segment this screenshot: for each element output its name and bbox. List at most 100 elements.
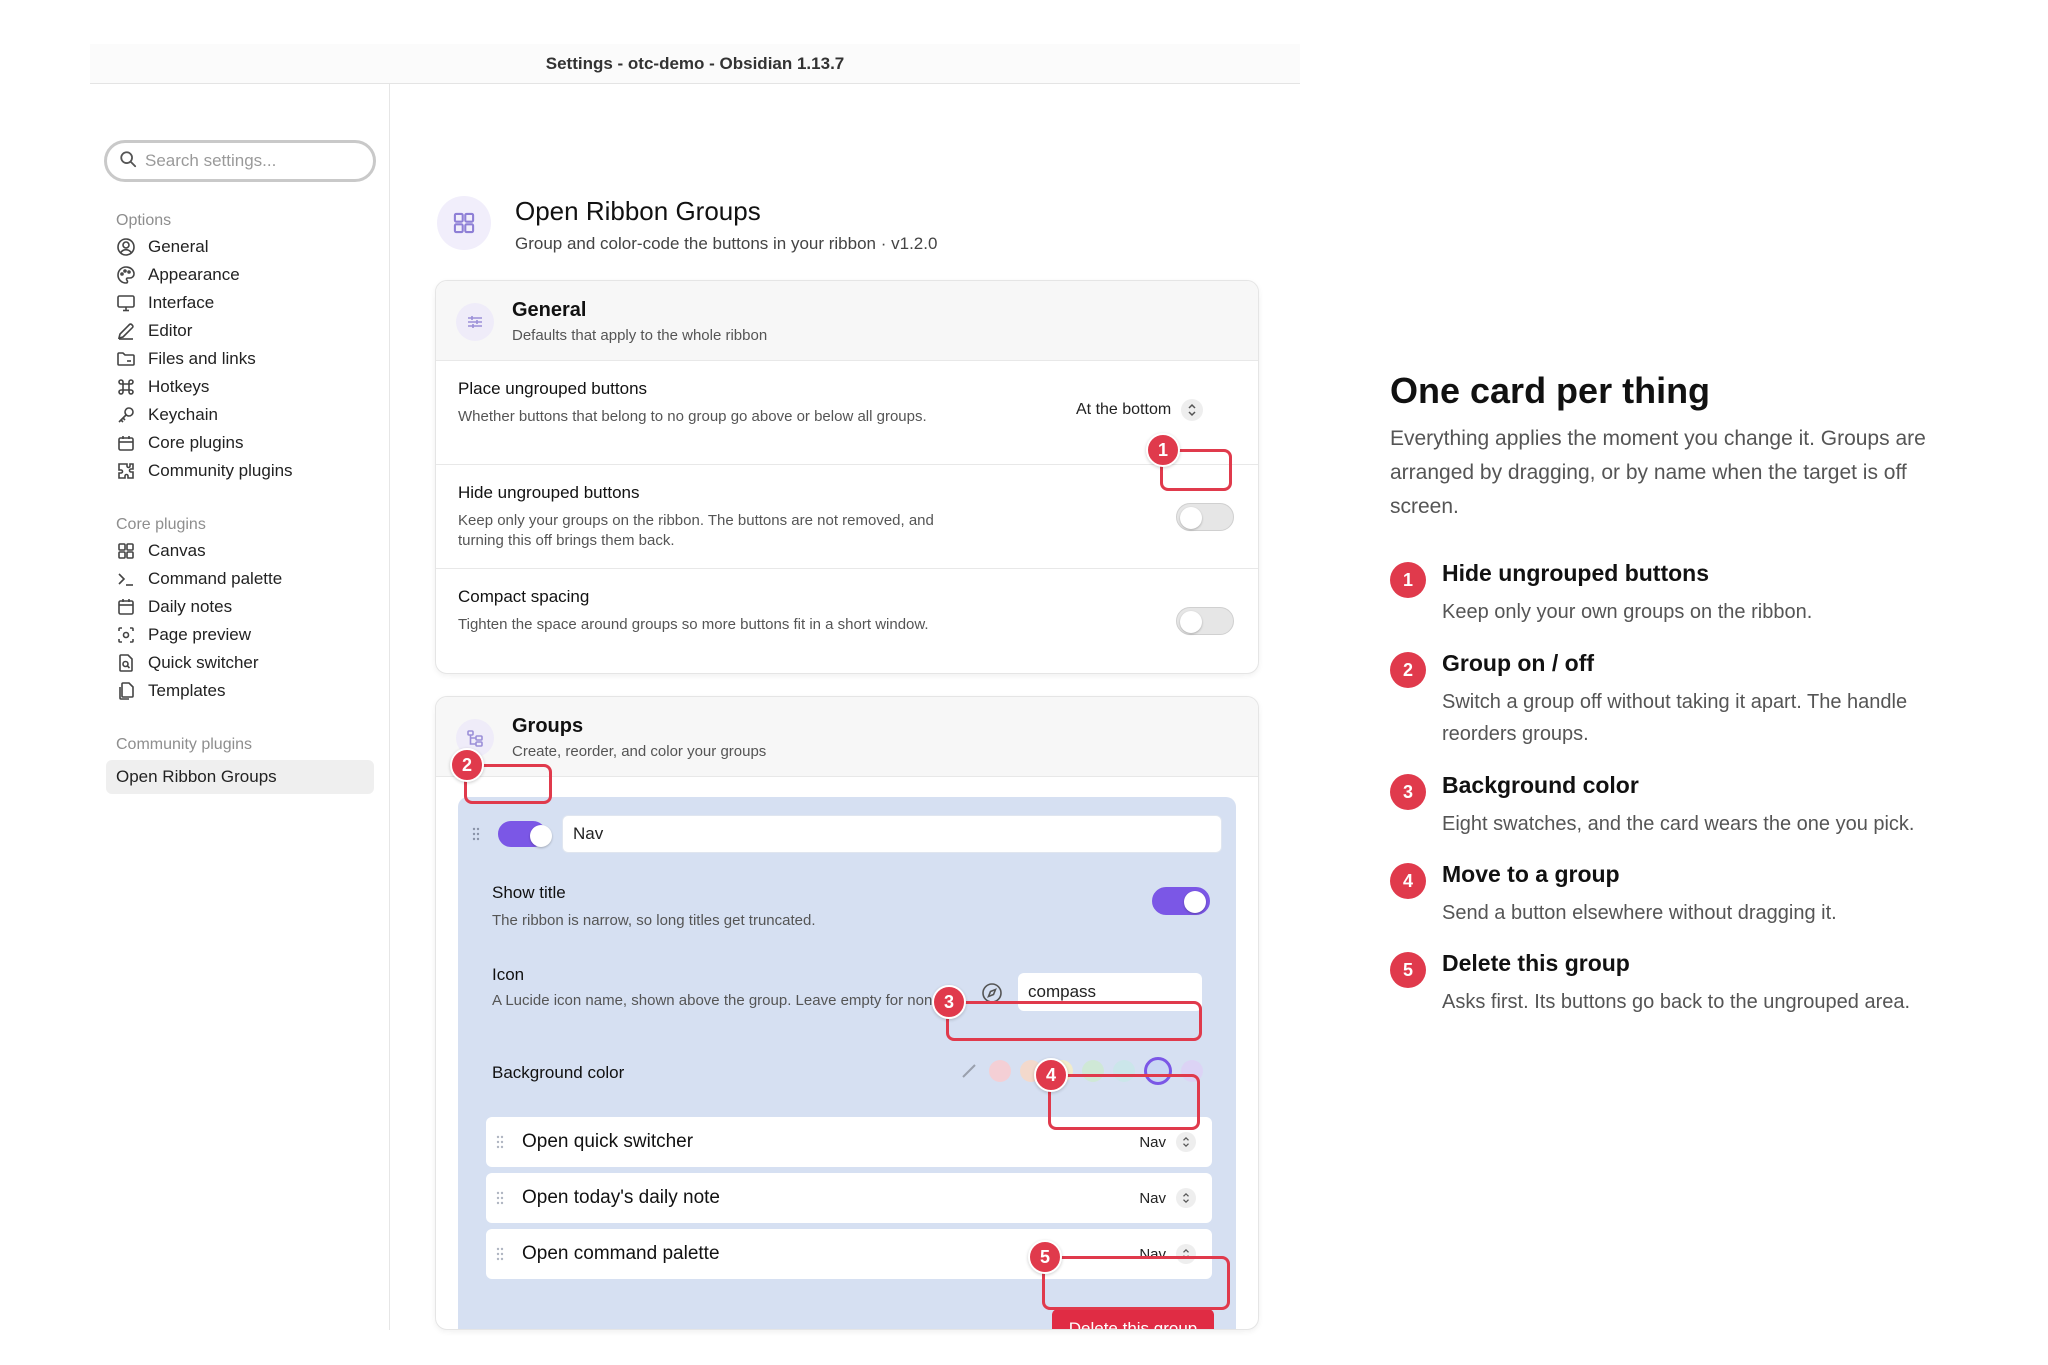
- sidebar-item-open-ribbon-groups[interactable]: Open Ribbon Groups: [106, 760, 374, 794]
- setting-name: Place ungrouped buttons: [458, 379, 648, 398]
- sidebar-item-editor[interactable]: Editor: [116, 317, 192, 345]
- ribbon-button-name: Open command palette: [522, 1243, 720, 1264]
- settings-sidebar: Options General Appearance Interface Edi…: [90, 84, 390, 1330]
- callout-badge: 4: [1034, 1058, 1068, 1092]
- groups-card-header: Groups Create, reorder, and color your g…: [436, 697, 1258, 777]
- callout-badge: 3: [932, 985, 966, 1019]
- legend-item-desc: Send a button elsewhere without dragging…: [1442, 902, 1837, 924]
- legend-item-title: Delete this group: [1442, 950, 1630, 976]
- group-name-input[interactable]: Nav: [562, 815, 1222, 853]
- setting-description: The ribbon is narrow, so long titles get…: [492, 912, 816, 929]
- sidebar-item-core-plugins[interactable]: Core plugins: [116, 429, 243, 457]
- move-to-group-select[interactable]: Nav: [1139, 1132, 1196, 1152]
- card-title: General: [512, 299, 587, 321]
- grid-icon: [437, 196, 491, 250]
- settings-main: Open Ribbon Groups Group and color-code …: [391, 84, 1300, 1330]
- legend-badge: 3: [1390, 774, 1426, 810]
- callout-highlight: [946, 1001, 1202, 1041]
- ribbon-button-row[interactable]: Open today's daily note Nav: [486, 1173, 1212, 1223]
- setting-name: Icon: [492, 965, 525, 984]
- ribbon-button-name: Open quick switcher: [522, 1131, 694, 1152]
- legend-panel: One card per thing Everything applies th…: [1390, 370, 1990, 1013]
- drag-handle-icon[interactable]: [496, 1247, 508, 1261]
- group-panel-nav: Nav Show title The ribbon is narrow, so …: [458, 797, 1236, 1329]
- sidebar-item-label: Quick switcher: [148, 653, 259, 672]
- delete-group-button[interactable]: Delete this group: [1052, 1309, 1214, 1329]
- color-swatch[interactable]: [989, 1060, 1011, 1082]
- sidebar-item-templates[interactable]: Templates: [116, 677, 225, 705]
- drag-handle-icon[interactable]: [496, 1191, 508, 1205]
- file-search-icon: [116, 653, 136, 673]
- sliders-icon: [456, 303, 494, 341]
- sidebar-item-label: Command palette: [148, 569, 283, 588]
- callout-highlight: [1048, 1074, 1200, 1130]
- title-bar: Settings - otc-demo - Obsidian 1.13.7: [90, 44, 1300, 84]
- sidebar-item-community-plugins[interactable]: Community plugins: [116, 457, 293, 485]
- setting-description: Keep only your groups on the ribbon. The…: [458, 512, 934, 549]
- calendar-box-icon: [116, 433, 136, 453]
- card-title: Groups: [512, 715, 584, 737]
- legend-item-desc: Asks first. Its buttons go back to the u…: [1442, 991, 1911, 1013]
- sidebar-item-label: Community plugins: [148, 461, 293, 480]
- sidebar-item-quick-switcher[interactable]: Quick switcher: [116, 649, 259, 677]
- setting-description: A Lucide icon name, shown above the grou…: [492, 992, 945, 1009]
- select-value: At the bottom: [1076, 401, 1172, 418]
- search-input[interactable]: [145, 151, 355, 171]
- sidebar-item-label: Page preview: [148, 625, 252, 644]
- page-title: Open Ribbon Groups: [515, 196, 761, 226]
- monitor-icon: [116, 293, 136, 313]
- chevrons-up-down-icon: [1181, 399, 1204, 421]
- sidebar-item-label: Files and links: [148, 349, 256, 368]
- pencil-icon: [116, 321, 136, 341]
- legend-item-desc: Keep only your own groups on the ribbon.: [1442, 601, 1813, 623]
- sidebar-item-label: Hotkeys: [148, 377, 210, 396]
- sidebar-item-appearance[interactable]: Appearance: [116, 261, 240, 289]
- folder-link-icon: [116, 349, 136, 369]
- icon-name-value: compass: [1028, 982, 1097, 1001]
- puzzle-icon: [116, 461, 136, 481]
- sidebar-item-label: Keychain: [148, 405, 218, 424]
- no-color-icon[interactable]: [958, 1060, 980, 1082]
- callout-badge: 1: [1146, 433, 1180, 467]
- layout-grid-icon: [116, 541, 136, 561]
- drag-handle-icon[interactable]: [472, 827, 480, 846]
- sidebar-item-general[interactable]: General: [116, 233, 208, 261]
- sidebar-item-hotkeys[interactable]: Hotkeys: [116, 373, 209, 401]
- search-box[interactable]: [104, 140, 376, 182]
- sidebar-item-label: Interface: [148, 293, 215, 312]
- section-title-community-plugins: Community plugins: [116, 736, 253, 753]
- legend-item-desc: Eight swatches, and the card wears the o…: [1442, 813, 1915, 835]
- sidebar-item-page-preview[interactable]: Page preview: [116, 621, 251, 649]
- card-subtitle: Create, reorder, and color your groups: [512, 743, 767, 760]
- legend-intro: Everything applies the moment you change…: [1390, 427, 1926, 518]
- placement-select[interactable]: At the bottom: [1076, 399, 1204, 421]
- callout-highlight: [1042, 1256, 1230, 1310]
- legend-item-title: Move to a group: [1442, 861, 1620, 887]
- drag-handle-icon[interactable]: [496, 1135, 508, 1149]
- group-enabled-toggle[interactable]: [498, 821, 552, 847]
- sidebar-item-daily-notes[interactable]: Daily notes: [116, 593, 232, 621]
- show-title-toggle[interactable]: [1152, 887, 1210, 915]
- sidebar-item-canvas[interactable]: Canvas: [116, 537, 206, 565]
- move-to-group-select[interactable]: Nav: [1139, 1188, 1196, 1208]
- ribbon-button-name: Open today's daily note: [522, 1187, 720, 1208]
- sidebar-item-keychain[interactable]: Keychain: [116, 401, 218, 429]
- card-subtitle: Defaults that apply to the whole ribbon: [512, 327, 768, 344]
- hide-ungrouped-toggle[interactable]: [1176, 503, 1234, 531]
- sidebar-item-label: General: [148, 237, 209, 256]
- sidebar-item-label: Templates: [148, 681, 226, 700]
- setting-compact-spacing: Compact spacing Tighten the space around…: [436, 569, 1258, 673]
- calendar-icon: [116, 597, 136, 617]
- section-title-options: Options: [116, 212, 172, 229]
- legend-badge: 5: [1390, 952, 1426, 988]
- page-subtitle: Group and color-code the buttons in your…: [515, 234, 938, 253]
- sidebar-item-interface[interactable]: Interface: [116, 289, 214, 317]
- sidebar-item-command-palette[interactable]: Command palette: [116, 565, 282, 593]
- compact-spacing-toggle[interactable]: [1176, 607, 1234, 635]
- setting-place-ungrouped: Place ungrouped buttons Whether buttons …: [436, 361, 1258, 465]
- select-value: Nav: [1139, 1189, 1166, 1207]
- legend-badge: 4: [1390, 863, 1426, 899]
- chevrons-up-down-icon: [1176, 1188, 1196, 1208]
- sidebar-item-label: Open Ribbon Groups: [116, 767, 277, 786]
- sidebar-item-files-and-links[interactable]: Files and links: [116, 345, 256, 373]
